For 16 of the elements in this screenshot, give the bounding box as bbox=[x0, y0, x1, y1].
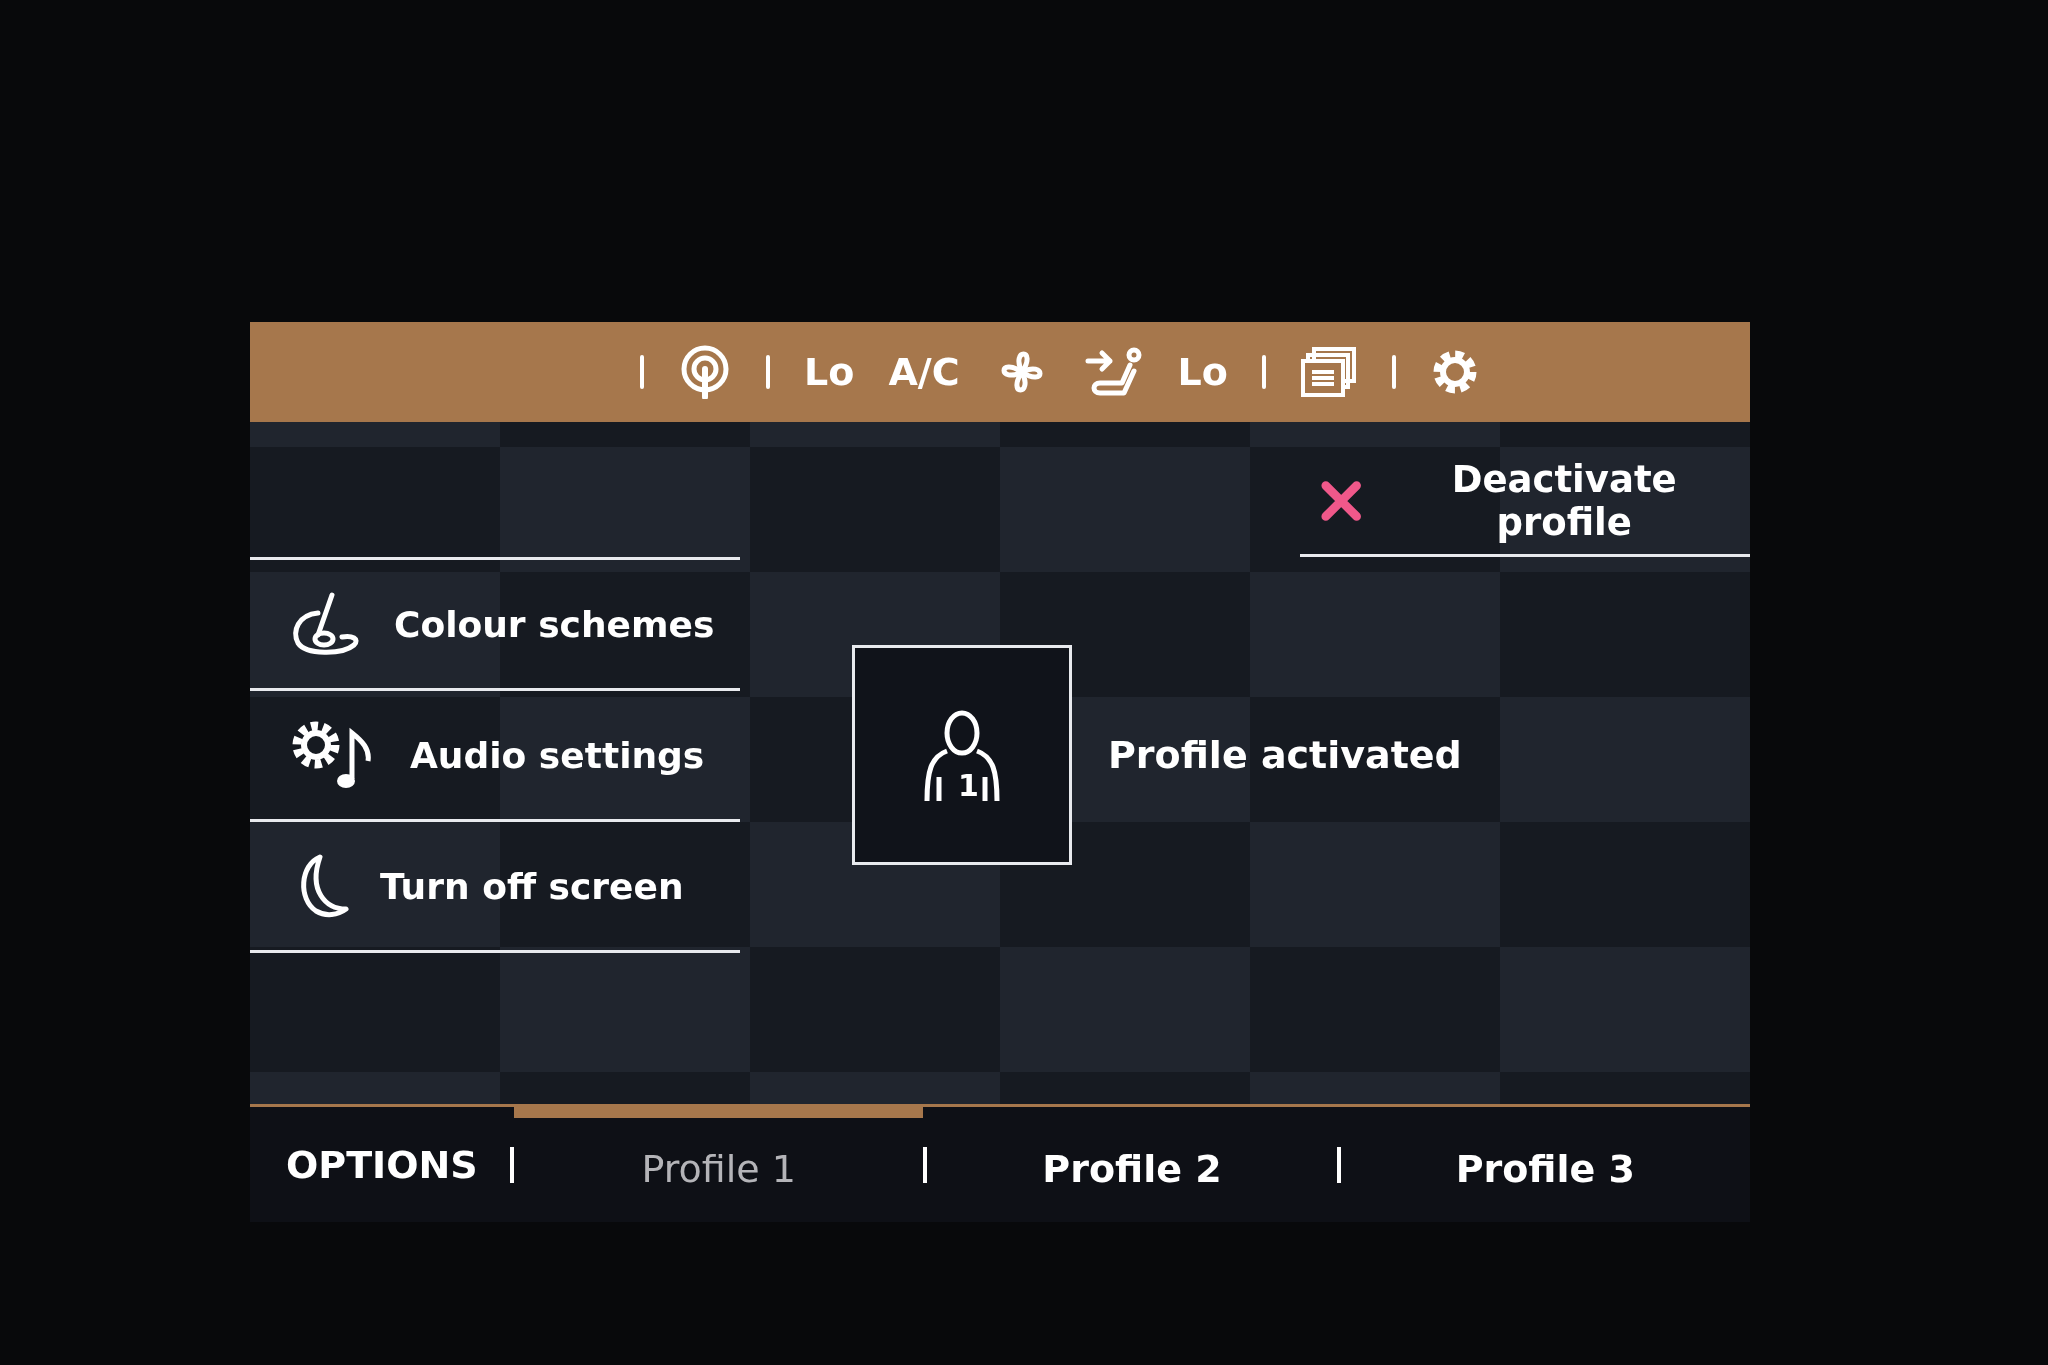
profile-tab[interactable]: Profile 1 bbox=[514, 1105, 924, 1221]
right-temperature[interactable]: Lo bbox=[1177, 350, 1228, 394]
profile-status: Profile activated bbox=[1108, 733, 1462, 777]
ac-label[interactable]: A/C bbox=[888, 350, 960, 394]
stacked-windows-icon[interactable] bbox=[1299, 346, 1358, 398]
close-icon bbox=[1320, 478, 1363, 523]
menu-item[interactable]: Audio settings bbox=[250, 691, 740, 822]
menu-item[interactable]: Turn off screen bbox=[250, 822, 740, 953]
menu-item[interactable]: Colour schemes bbox=[250, 560, 740, 691]
profile-number: 1 bbox=[958, 768, 979, 803]
profile-tab[interactable]: Profile 3 bbox=[1340, 1105, 1750, 1221]
seat-airflow-icon[interactable] bbox=[1083, 347, 1144, 397]
left-temperature[interactable]: Lo bbox=[804, 350, 855, 394]
profile-tab[interactable]: Profile 2 bbox=[927, 1105, 1337, 1221]
deactivate-profile-button[interactable]: Deactivate profile bbox=[1300, 447, 1750, 557]
options-button[interactable]: OPTIONS bbox=[250, 1141, 510, 1188]
